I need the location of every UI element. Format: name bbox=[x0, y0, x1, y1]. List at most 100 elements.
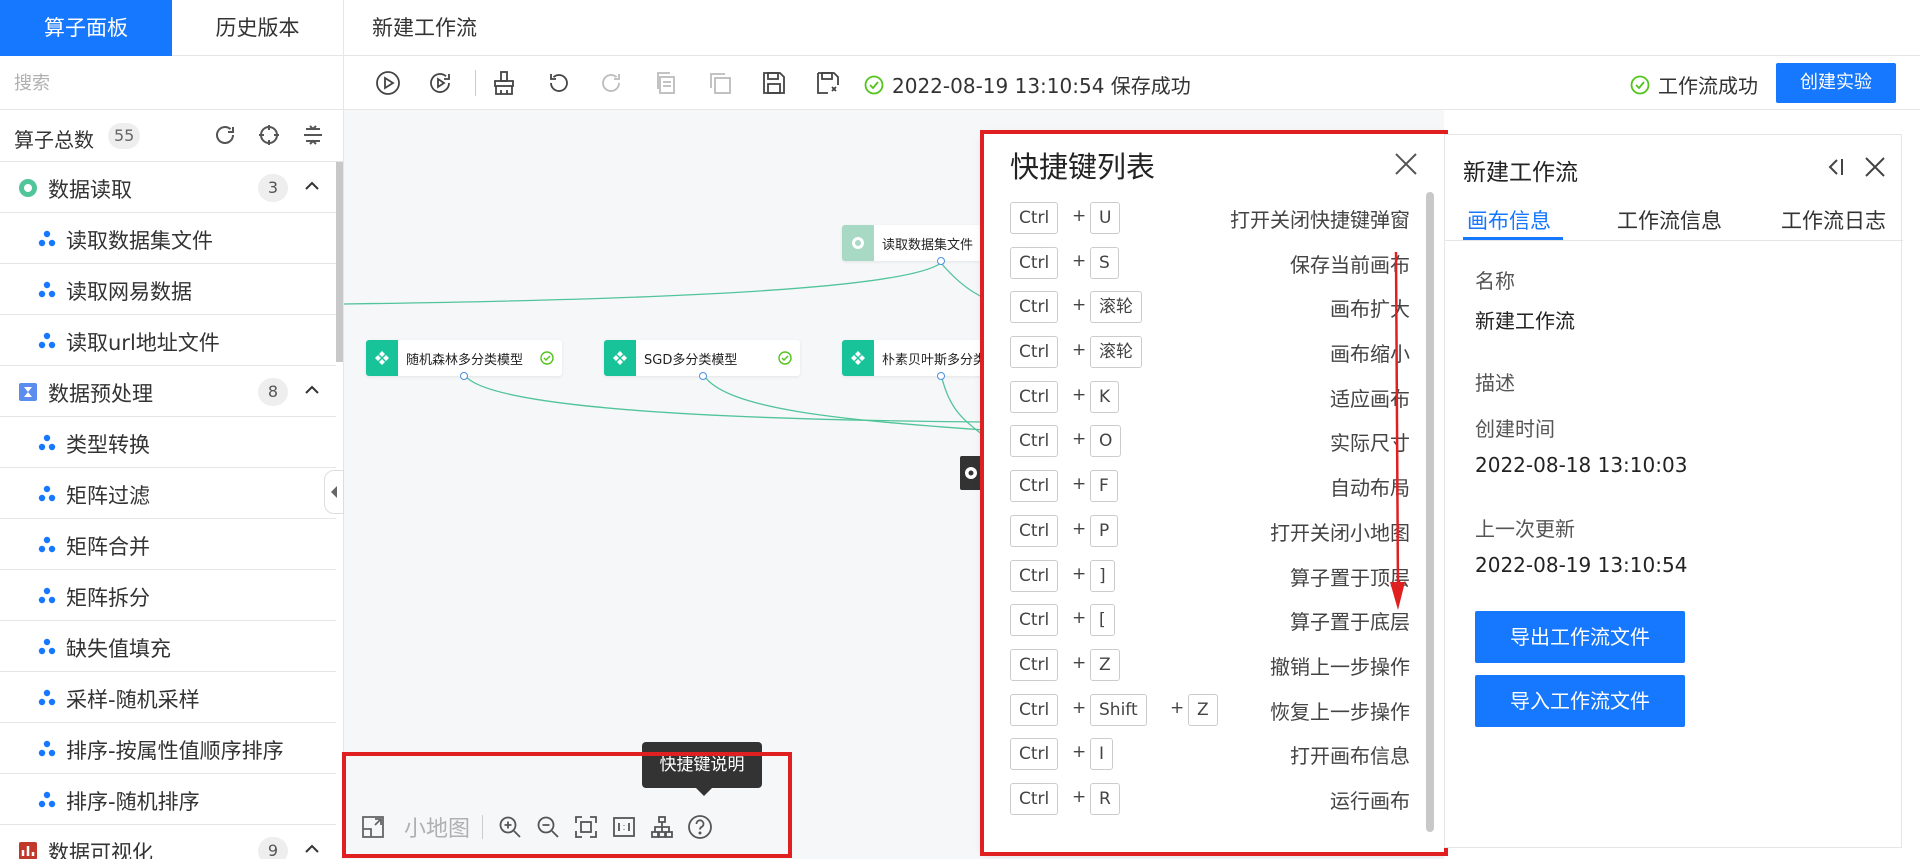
hourglass-icon bbox=[18, 382, 38, 402]
operator-icon bbox=[38, 587, 56, 605]
node-settings-handle[interactable] bbox=[960, 456, 982, 490]
plus-sign: + bbox=[1072, 384, 1087, 405]
export-workflow-button[interactable]: 导出工作流文件 bbox=[1475, 611, 1685, 663]
tab-workflow-log[interactable]: 工作流日志 bbox=[1781, 205, 1886, 235]
list-item[interactable]: 类型转换 bbox=[0, 417, 336, 468]
gear-icon bbox=[964, 466, 978, 480]
create-experiment-button[interactable]: 创建实验 bbox=[1776, 63, 1896, 103]
plus-sign: + bbox=[1072, 429, 1087, 450]
node-label: SGD多分类模型 bbox=[644, 352, 738, 368]
list-item-label: 采样-随机采样 bbox=[66, 688, 200, 712]
data-read-icon bbox=[18, 178, 38, 198]
list-item[interactable]: 采样-随机采样 bbox=[0, 672, 336, 723]
node-output-port[interactable] bbox=[937, 257, 945, 265]
save-icon[interactable] bbox=[760, 69, 788, 97]
shortcut-row: Ctrl + 滚轮 画布缩小 bbox=[1010, 330, 1410, 375]
chevron-up-icon[interactable] bbox=[302, 176, 322, 196]
category-visualization[interactable]: 数据可视化 9 bbox=[0, 825, 336, 859]
list-item[interactable]: 读取数据集文件 bbox=[0, 213, 336, 264]
list-item[interactable]: 读取网易数据 bbox=[0, 264, 336, 315]
collapse-all-icon[interactable] bbox=[298, 120, 328, 150]
shortcut-row: Ctrl + R 运行画布 bbox=[1010, 777, 1410, 822]
node-output-port[interactable] bbox=[699, 372, 707, 380]
list-item[interactable]: 排序-随机排序 bbox=[0, 774, 336, 825]
run-icon[interactable] bbox=[374, 69, 402, 97]
zoom-in-icon[interactable] bbox=[495, 812, 525, 842]
operator-icon bbox=[38, 434, 56, 452]
close-icon[interactable] bbox=[1863, 155, 1887, 179]
shortcut-row: Ctrl + [ 算子置于底层 bbox=[1010, 598, 1410, 643]
refresh-icon[interactable] bbox=[210, 120, 240, 150]
run-from-here-icon[interactable] bbox=[426, 69, 454, 97]
data-read-icon bbox=[842, 225, 874, 261]
fit-canvas-icon[interactable] bbox=[571, 812, 601, 842]
operator-node[interactable]: 读取数据集文件 bbox=[842, 225, 982, 261]
paste-icon[interactable] bbox=[706, 69, 734, 97]
list-item-label: 矩阵拆分 bbox=[66, 586, 150, 610]
zoom-out-icon[interactable] bbox=[533, 812, 563, 842]
key-cap: O bbox=[1090, 425, 1122, 458]
chevron-up-icon[interactable] bbox=[302, 839, 322, 859]
copy-icon[interactable] bbox=[652, 69, 680, 97]
close-icon[interactable] bbox=[1390, 148, 1422, 180]
key-cap: Ctrl bbox=[1010, 693, 1059, 726]
plus-sign: + bbox=[1072, 697, 1087, 718]
tab-canvas-info[interactable]: 画布信息 bbox=[1467, 205, 1551, 235]
locate-icon[interactable] bbox=[254, 120, 284, 150]
list-item-label: 排序-随机排序 bbox=[66, 790, 200, 814]
redo-icon[interactable] bbox=[598, 69, 626, 97]
modal-scrollbar[interactable] bbox=[1426, 192, 1434, 832]
node-output-port[interactable] bbox=[937, 372, 945, 380]
category-preprocessing[interactable]: 数据预处理 8 bbox=[0, 366, 336, 417]
minimap-label[interactable]: 小地图 bbox=[404, 811, 470, 843]
undo-icon[interactable] bbox=[544, 69, 572, 97]
category-count-badge: 3 bbox=[258, 174, 288, 202]
help-icon[interactable] bbox=[685, 812, 715, 842]
plus-sign: + bbox=[1072, 474, 1087, 495]
plus-sign: + bbox=[1072, 206, 1087, 226]
auto-layout-icon[interactable] bbox=[647, 812, 677, 842]
clear-brush-icon[interactable] bbox=[490, 69, 518, 97]
operator-tree: 数据读取 3 读取数据集文件 读取网易数据 读取url地址文件 数据预处理 8 bbox=[0, 162, 336, 859]
operator-icon bbox=[38, 536, 56, 554]
operator-node[interactable]: 朴素贝叶斯多分类 bbox=[842, 340, 992, 376]
search-input[interactable] bbox=[0, 56, 300, 110]
tab-operators[interactable]: 算子面板 bbox=[0, 0, 172, 56]
created-value: 2022-08-18 13:10:03 bbox=[1475, 453, 1688, 477]
key-cap: Ctrl bbox=[1010, 336, 1059, 369]
actual-size-icon[interactable] bbox=[609, 812, 639, 842]
key-cap: I bbox=[1090, 738, 1114, 771]
key-cap: K bbox=[1090, 380, 1120, 413]
operator-node[interactable]: SGD多分类模型 bbox=[604, 340, 800, 376]
list-item[interactable]: 排序-按属性值顺序排序 bbox=[0, 723, 336, 774]
save-status-text: 2022-08-19 13:10:54 保存成功 bbox=[892, 74, 1191, 98]
list-item-label: 读取url地址文件 bbox=[66, 331, 220, 355]
list-item[interactable]: 矩阵合并 bbox=[0, 519, 336, 570]
list-item[interactable]: 矩阵拆分 bbox=[0, 570, 336, 621]
plus-sign: + bbox=[1072, 518, 1087, 539]
operator-icon bbox=[38, 689, 56, 707]
list-item[interactable]: 缺失值填充 bbox=[0, 621, 336, 672]
sidebar-scrollbar[interactable] bbox=[336, 162, 343, 362]
shortcut-row: Ctrl + I 打开画布信息 bbox=[1010, 732, 1410, 777]
operator-node[interactable]: 随机森林多分类模型 bbox=[366, 340, 562, 376]
list-item-label: 读取数据集文件 bbox=[66, 229, 213, 253]
category-data-read[interactable]: 数据读取 3 bbox=[0, 162, 336, 213]
collapse-panel-icon[interactable] bbox=[1823, 155, 1847, 179]
node-label: 朴素贝叶斯多分类 bbox=[882, 352, 987, 368]
list-item[interactable]: 读取url地址文件 bbox=[0, 315, 336, 366]
node-output-port[interactable] bbox=[460, 372, 468, 380]
panel-title: 新建工作流 bbox=[1463, 160, 1578, 186]
operator-icon bbox=[38, 281, 56, 299]
chevron-up-icon[interactable] bbox=[302, 380, 322, 400]
tab-history[interactable]: 历史版本 bbox=[172, 0, 344, 56]
operator-icon bbox=[38, 740, 56, 758]
node-label: 读取数据集文件 bbox=[882, 237, 974, 253]
list-item[interactable]: 矩阵过滤 bbox=[0, 468, 336, 519]
minimap-icon[interactable] bbox=[358, 812, 388, 842]
save-as-icon[interactable] bbox=[814, 69, 842, 97]
key-cap: Ctrl bbox=[1010, 202, 1059, 234]
import-workflow-button[interactable]: 导入工作流文件 bbox=[1475, 675, 1685, 727]
sidebar-collapse-handle[interactable] bbox=[324, 470, 344, 514]
tab-workflow-info[interactable]: 工作流信息 bbox=[1617, 205, 1722, 235]
